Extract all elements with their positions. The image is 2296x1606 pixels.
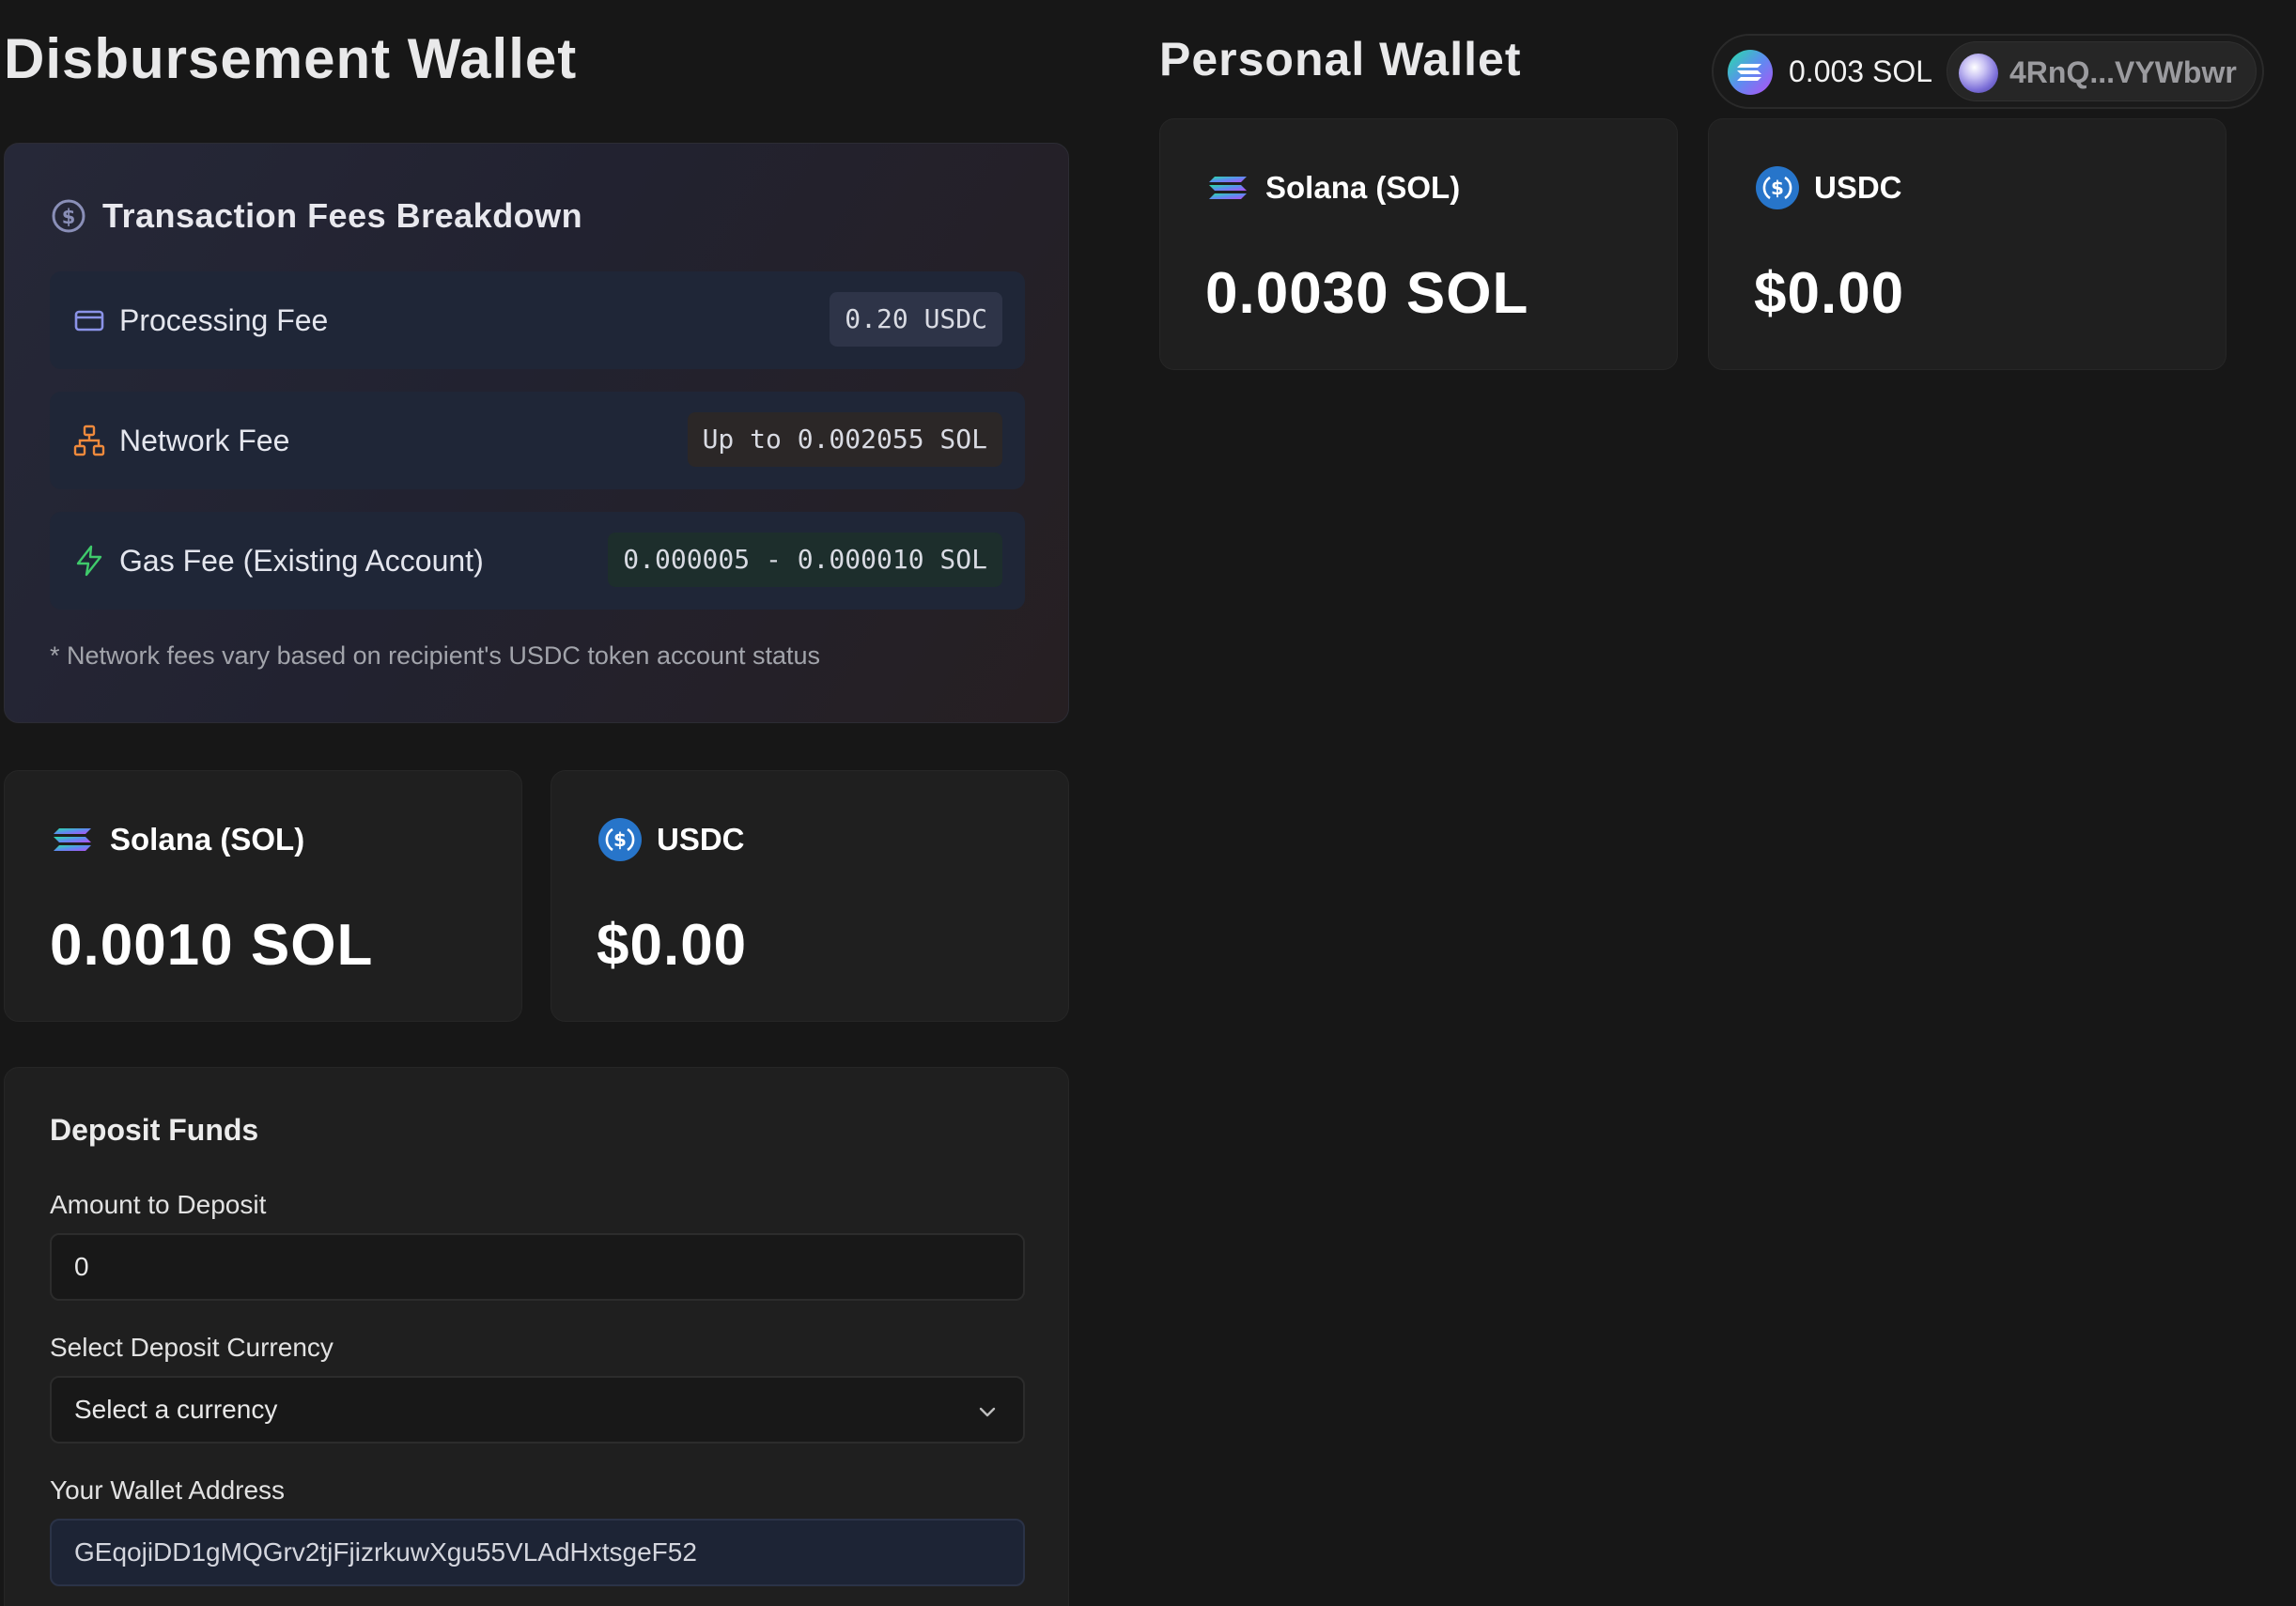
fee-value-badge: 0.20 USDC [830,292,1002,347]
deposit-funds-card: Deposit Funds Amount to Deposit 0 Select… [4,1067,1069,1606]
token-name: USDC [1814,170,1902,205]
wallet-balance: 0.003 SOL [1789,54,1932,88]
disbursement-wallet-title: Disbursement Wallet [4,27,578,90]
fees-breakdown-title: Transaction Fees Breakdown [102,196,583,235]
usdc-icon: $ [1756,166,1799,209]
fee-label: Network Fee [119,423,290,457]
personal-usdc-card: $ USDC $0.00 [1708,118,2226,370]
wallet-connect-pill[interactable]: 0.003 SOL 4RnQ...VYWbwr [1712,34,2264,109]
fee-value-badge: Up to 0.002055 SOL [687,412,1002,467]
solana-icon [1728,50,1773,95]
currency-select-value: Select a currency [74,1395,278,1424]
token-name: Solana (SOL) [110,822,305,857]
network-icon [73,425,105,456]
avatar [1959,54,1998,93]
page: Disbursement Wallet $ Transaction Fees B… [0,0,2296,1606]
svg-text:$: $ [1771,177,1784,199]
lightning-icon [76,545,102,577]
personal-wallet-title: Personal Wallet [1159,33,1522,85]
fees-breakdown-header: $ Transaction Fees Breakdown [50,196,582,236]
token-balance: $0.00 [1754,261,1905,326]
chevron-down-icon [979,1407,996,1417]
token-balance: 0.0010 SOL [50,913,374,978]
svg-text:$: $ [62,206,76,228]
fees-note: * Network fees vary based on recipient's… [50,641,821,670]
wallet-address-input[interactable]: GEqojiDD1gMQGrv2tjFjizrkuwXgu55VLAdHxtsg… [50,1519,1025,1586]
fees-breakdown-card: $ Transaction Fees Breakdown Processing … [4,143,1069,723]
token-balance: $0.00 [597,913,748,978]
personal-sol-card: Solana (SOL) 0.0030 SOL [1159,118,1678,370]
fee-row-gas: Gas Fee (Existing Account) 0.000005 - 0.… [50,512,1025,610]
dollar-circle-icon: $ [52,199,85,233]
currency-label: Select Deposit Currency [50,1333,334,1362]
svg-text:$: $ [613,828,627,851]
currency-select[interactable]: Select a currency [50,1376,1025,1444]
wallet-address-label: Your Wallet Address [50,1475,286,1505]
fee-value-badge: 0.000005 - 0.000010 SOL [608,533,1002,587]
deposit-funds-title: Deposit Funds [50,1113,259,1147]
disbursement-usdc-card: $ USDC $0.00 [551,770,1069,1022]
usdc-icon: $ [598,818,642,861]
token-balance: 0.0030 SOL [1205,261,1529,326]
wallet-address-short: 4RnQ...VYWbwr [2009,55,2237,89]
disbursement-sol-card: Solana (SOL) 0.0010 SOL [4,770,522,1022]
credit-card-icon [74,310,104,332]
fee-label: Processing Fee [119,302,329,337]
token-name: Solana (SOL) [1265,170,1461,205]
wallet-address-button[interactable]: 4RnQ...VYWbwr [1947,41,2257,101]
fee-row-network: Network Fee Up to 0.002055 SOL [50,392,1025,489]
solana-icon [1209,177,1247,199]
fee-row-processing: Processing Fee 0.20 USDC [50,271,1025,369]
fee-label: Gas Fee (Existing Account) [119,543,484,578]
amount-input[interactable]: 0 [50,1233,1025,1301]
amount-label: Amount to Deposit [50,1190,267,1219]
token-name: USDC [657,822,745,857]
solana-icon [54,828,91,851]
